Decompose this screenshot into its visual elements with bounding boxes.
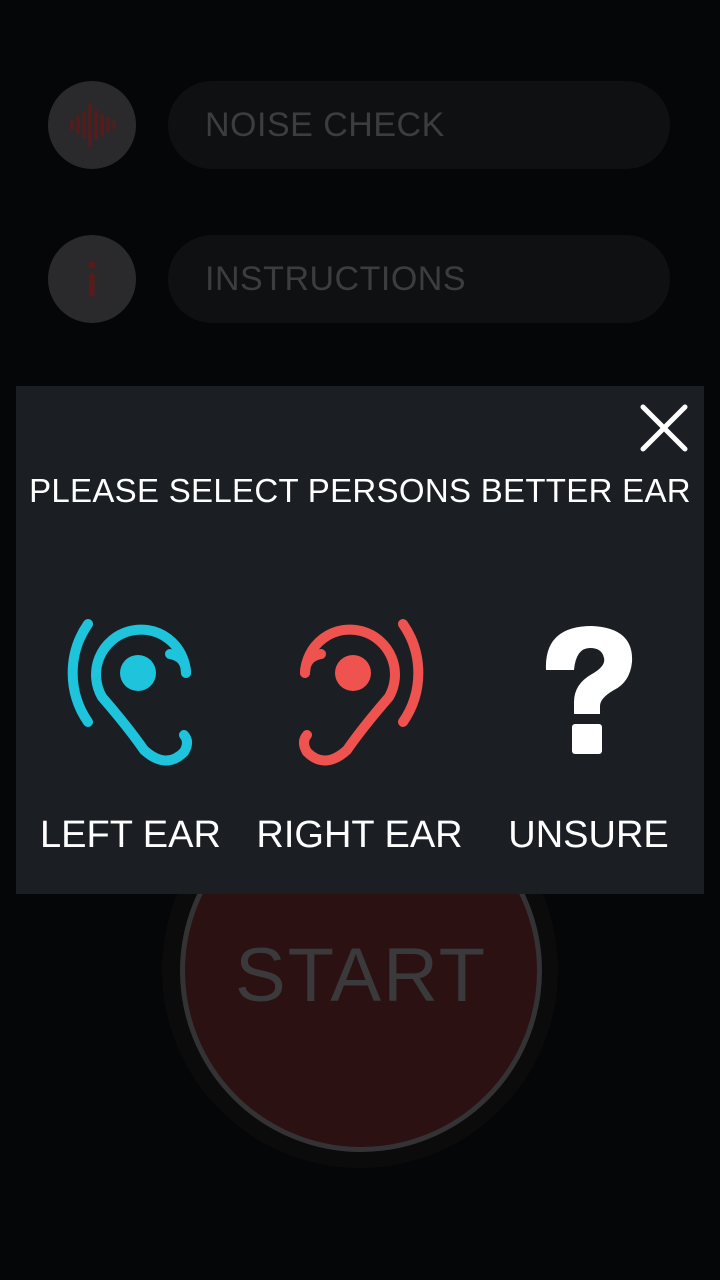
right-ear-label: RIGHT EAR xyxy=(256,814,463,856)
right-ear-option[interactable]: RIGHT EAR xyxy=(245,592,474,872)
noise-check-label: NOISE CHECK xyxy=(205,105,445,144)
left-ear-option[interactable]: LEFT EAR xyxy=(16,592,245,872)
instructions-row: INSTRUCTIONS xyxy=(48,235,672,325)
unsure-option[interactable]: UNSURE xyxy=(474,592,703,872)
unsure-label: UNSURE xyxy=(508,814,669,856)
close-button[interactable] xyxy=(636,400,692,456)
right-ear-icon xyxy=(298,619,423,766)
start-button-label: START xyxy=(234,932,488,1018)
left-ear-icon xyxy=(67,619,192,766)
close-icon xyxy=(640,404,688,452)
sound-wave-icon xyxy=(48,81,136,169)
app-screen: NOISE CHECK INSTRUCTIONS START PLEASE SE… xyxy=(0,0,720,1280)
dialog-title: PLEASE SELECT PERSONS BETTER EAR xyxy=(29,472,691,509)
better-ear-dialog: PLEASE SELECT PERSONS BETTER EAR LEFT EA… xyxy=(16,386,704,894)
instructions-button: INSTRUCTIONS xyxy=(168,235,670,323)
left-ear-label: LEFT EAR xyxy=(40,814,221,856)
noise-check-row: NOISE CHECK xyxy=(48,81,672,171)
info-icon xyxy=(48,235,136,323)
noise-check-button: NOISE CHECK xyxy=(168,81,670,169)
instructions-label: INSTRUCTIONS xyxy=(205,259,466,298)
question-mark-icon xyxy=(545,626,632,754)
